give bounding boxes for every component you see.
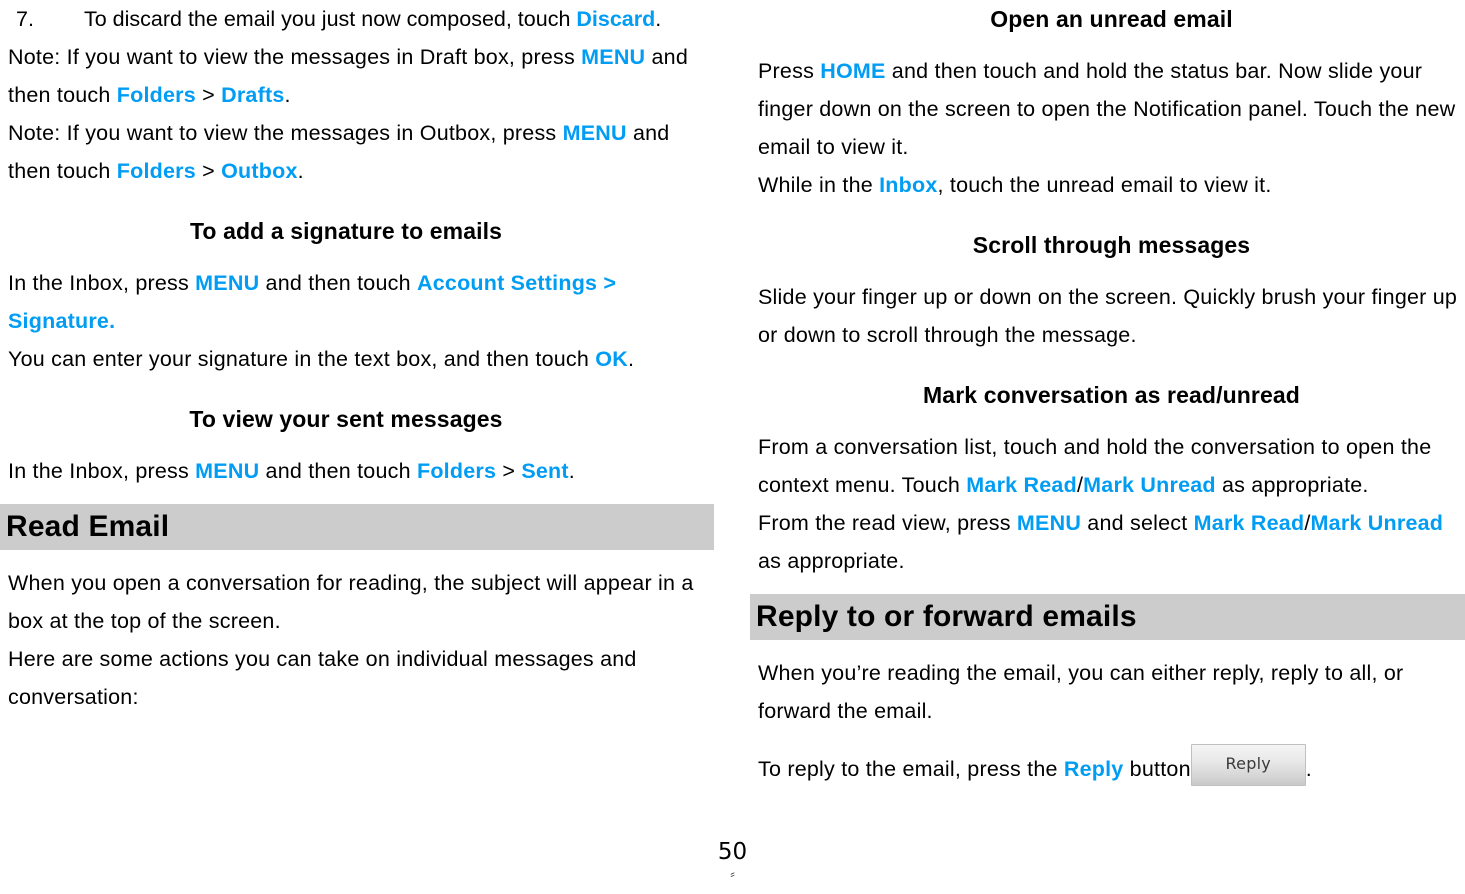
- link-inbox[interactable]: Inbox: [879, 173, 937, 197]
- signature-body: In the Inbox, press MENU and then touch …: [8, 264, 712, 378]
- link-menu[interactable]: MENU: [581, 45, 645, 69]
- link-ok[interactable]: OK: [595, 347, 628, 371]
- mark-part4: and select: [1081, 511, 1194, 535]
- read-email-body: When you open a conversation for reading…: [8, 571, 694, 709]
- heading-view-sent-messages: To view your sent messages: [189, 406, 503, 432]
- note-drafts-part3: >: [195, 83, 222, 107]
- signature-part3: You can enter your signature in the text…: [8, 347, 590, 371]
- link-sent[interactable]: Sent: [521, 459, 568, 483]
- open-unread-part1: Press: [758, 59, 821, 83]
- link-drafts[interactable]: Drafts: [221, 83, 284, 107]
- section-banner-reply-forward: Reply to or forward emails: [750, 594, 1465, 640]
- list-text-after: .: [655, 7, 662, 31]
- reply-part3: .: [1305, 757, 1312, 781]
- note-drafts-part4: .: [284, 83, 291, 107]
- reply-part2: button: [1123, 757, 1191, 781]
- left-column: 7. To discard the email you just now com…: [0, 0, 714, 716]
- scroll-body: Slide your finger up or down on the scre…: [758, 285, 1464, 347]
- sent-body: In the Inbox, press MENU and then touch …: [8, 452, 712, 490]
- note-outbox: Note: If you want to view the messages i…: [8, 114, 712, 190]
- note-drafts-part1: Note: If you want to view the messages i…: [8, 45, 582, 69]
- sent-part1: In the Inbox, press: [8, 459, 196, 483]
- section-banner-read-email: Read Email: [0, 504, 714, 550]
- open-unread-part3: , touch the unread email to view it.: [937, 173, 1272, 197]
- open-unread-body: Press HOME and then touch and hold the s…: [758, 52, 1465, 204]
- manual-page: 7. To discard the email you just now com…: [0, 0, 1465, 894]
- link-menu[interactable]: MENU: [1017, 511, 1081, 535]
- link-outbox[interactable]: Outbox: [221, 159, 298, 183]
- note-outbox-part1: Note: If you want to view the messages i…: [8, 121, 563, 145]
- reply-body-2: To reply to the email, press the Reply b…: [758, 744, 1465, 788]
- list-text-before: To discard the email you just now compos…: [84, 7, 577, 31]
- link-reply[interactable]: Reply: [1064, 757, 1124, 781]
- link-home[interactable]: HOME: [820, 59, 885, 83]
- signature-part1: In the Inbox, press: [8, 271, 196, 295]
- note-outbox-part3: >: [195, 159, 222, 183]
- mark-body: From a conversation list, touch and hold…: [758, 428, 1465, 580]
- link-folders[interactable]: Folders: [117, 159, 196, 183]
- link-mark-unread[interactable]: Mark Unread: [1311, 511, 1444, 535]
- sent-part3: >: [496, 459, 522, 483]
- link-mark-read[interactable]: Mark Read: [1194, 511, 1305, 535]
- page-footer-mark: ⸗: [730, 866, 735, 881]
- reply-part1: To reply to the email, press the: [758, 757, 1064, 781]
- link-mark-unread[interactable]: Mark Unread: [1083, 473, 1216, 497]
- note-drafts: Note: If you want to view the messages i…: [8, 38, 712, 114]
- right-column: Open an unread email Press HOME and then…: [750, 0, 1465, 788]
- reply-button-image[interactable]: Reply: [1190, 744, 1306, 786]
- link-folders[interactable]: Folders: [417, 459, 496, 483]
- link-folders[interactable]: Folders: [117, 83, 196, 107]
- note-outbox-part4: .: [297, 159, 304, 183]
- reply-body-1: When you’re reading the email, you can e…: [758, 661, 1410, 723]
- heading-add-signature: To add a signature to emails: [189, 218, 503, 244]
- sent-part4: .: [568, 459, 575, 483]
- list-number: 7.: [16, 7, 34, 31]
- link-menu[interactable]: MENU: [195, 459, 259, 483]
- sent-part2: and then touch: [259, 459, 417, 483]
- numbered-list-item-7: 7. To discard the email you just now com…: [8, 0, 712, 38]
- page-number: 50: [717, 839, 748, 865]
- link-menu[interactable]: MENU: [563, 121, 627, 145]
- heading-scroll-through-messages: Scroll through messages: [972, 232, 1251, 258]
- reply-button-label: Reply: [1225, 754, 1271, 773]
- link-menu[interactable]: MENU: [195, 271, 259, 295]
- heading-open-unread-email: Open an unread email: [990, 6, 1233, 32]
- signature-part4: .: [627, 347, 635, 371]
- link-discard[interactable]: Discard: [576, 7, 655, 31]
- signature-part2: and then touch: [259, 271, 417, 295]
- link-mark-read[interactable]: Mark Read: [966, 473, 1077, 497]
- heading-mark-conversation: Mark conversation as read/unread: [923, 382, 1300, 408]
